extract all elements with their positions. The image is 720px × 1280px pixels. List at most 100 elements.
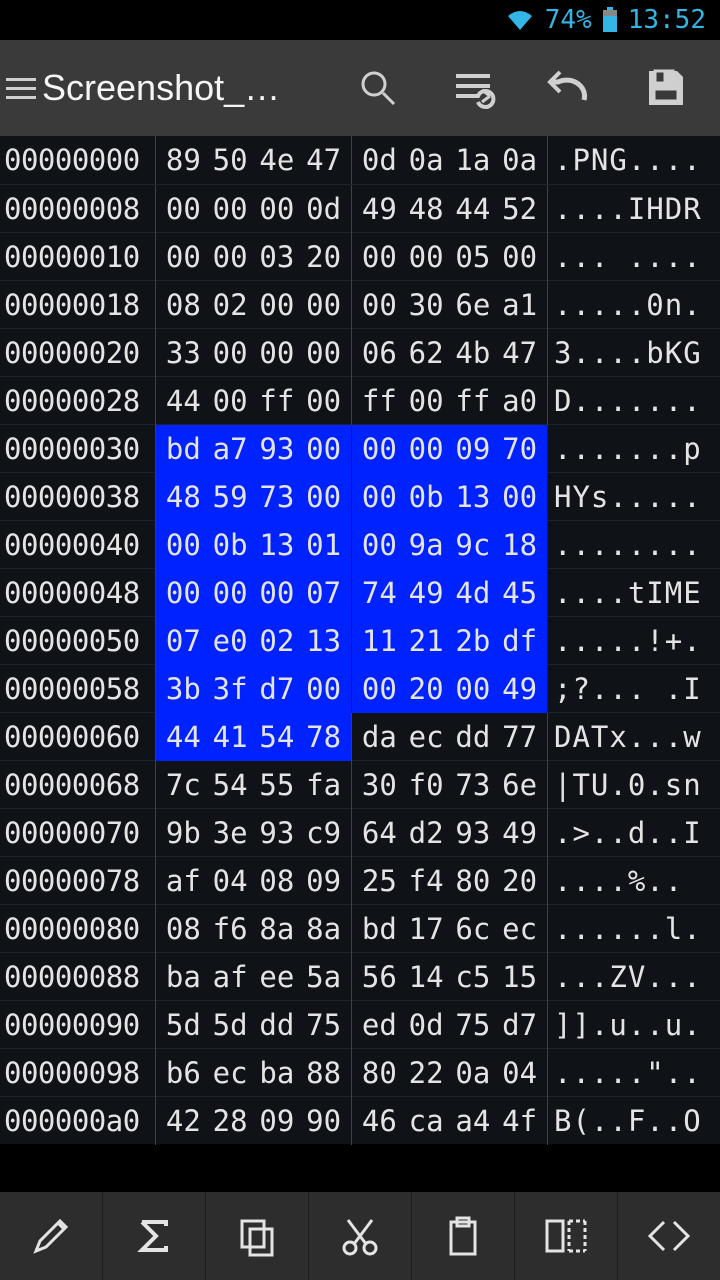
hex-byte[interactable]: 06 <box>359 329 399 377</box>
ascii-cell[interactable]: DATx...w <box>548 713 718 761</box>
hex-byte[interactable]: 77 <box>500 713 540 761</box>
hex-byte[interactable]: 0b <box>210 521 250 569</box>
hex-byte[interactable]: 70 <box>500 425 540 473</box>
ascii-cell[interactable]: .PNG.... <box>548 136 718 184</box>
hex-byte[interactable]: 00 <box>304 281 344 329</box>
hex-byte[interactable]: 28 <box>210 1097 250 1145</box>
hex-group[interactable]: 08f68a8a <box>156 905 352 953</box>
hex-group[interactable]: 0d0a1a0a <box>352 136 548 184</box>
hex-byte[interactable]: 17 <box>406 905 446 953</box>
hex-byte[interactable]: a7 <box>210 425 250 473</box>
hex-byte[interactable]: 08 <box>257 857 297 905</box>
hex-byte[interactable]: da <box>359 713 399 761</box>
hex-byte[interactable]: 00 <box>257 281 297 329</box>
hex-view[interactable]: 0000000089504e470d0a1a0a.PNG....00000008… <box>0 136 720 1144</box>
hex-byte[interactable]: 73 <box>257 473 297 521</box>
hex-group[interactable]: ed0d75d7 <box>352 1001 548 1049</box>
hex-byte[interactable]: 80 <box>359 1049 399 1097</box>
redo-button[interactable] <box>426 40 522 136</box>
hex-byte[interactable]: ba <box>163 953 203 1001</box>
hex-group[interactable]: 009a9c18 <box>352 521 548 569</box>
hex-byte[interactable]: 52 <box>500 185 540 233</box>
hex-byte[interactable]: a1 <box>500 281 540 329</box>
hex-group[interactable]: 25f48020 <box>352 857 548 905</box>
hex-byte[interactable]: f0 <box>406 761 446 809</box>
hex-row[interactable]: 0000000089504e470d0a1a0a.PNG.... <box>0 136 720 184</box>
hex-byte[interactable]: 20 <box>406 665 446 713</box>
ascii-cell[interactable]: ... .... <box>548 233 718 281</box>
hex-byte[interactable]: ee <box>257 953 297 1001</box>
ascii-cell[interactable]: ....%.. <box>548 857 718 905</box>
ascii-cell[interactable]: ;?... .I <box>548 665 718 713</box>
hex-group[interactable]: 46caa44f <box>352 1097 548 1145</box>
hex-byte[interactable]: 48 <box>163 473 203 521</box>
hex-byte[interactable]: df <box>500 617 540 665</box>
hex-group[interactable]: bda79300 <box>156 425 352 473</box>
hex-byte[interactable]: 46 <box>359 1097 399 1145</box>
hex-byte[interactable]: 4b <box>453 329 493 377</box>
hex-group[interactable]: 4400ff00 <box>156 377 352 425</box>
hex-byte[interactable]: ed <box>359 1001 399 1049</box>
hex-byte[interactable]: 59 <box>210 473 250 521</box>
hex-byte[interactable]: af <box>163 857 203 905</box>
hex-group[interactable]: baafee5a <box>156 953 352 1001</box>
hex-byte[interactable]: 4d <box>453 569 493 617</box>
ascii-cell[interactable]: .>..d..I <box>548 809 718 857</box>
hex-byte[interactable]: 49 <box>406 569 446 617</box>
hex-group[interactable]: 64d29349 <box>352 809 548 857</box>
hex-byte[interactable]: 09 <box>453 425 493 473</box>
hex-byte[interactable]: 74 <box>359 569 399 617</box>
ascii-cell[interactable]: ....tIME <box>548 569 718 617</box>
undo-button[interactable] <box>522 40 618 136</box>
hex-group[interactable]: bd176cec <box>352 905 548 953</box>
compare-button[interactable] <box>515 1192 618 1280</box>
hex-group[interactable]: 07e00213 <box>156 617 352 665</box>
hex-byte[interactable]: 73 <box>453 761 493 809</box>
hex-byte[interactable]: 75 <box>304 1001 344 1049</box>
hex-group[interactable]: 3b3fd700 <box>156 665 352 713</box>
hex-byte[interactable]: 00 <box>257 569 297 617</box>
ascii-cell[interactable]: D....... <box>548 377 718 425</box>
hex-byte[interactable]: 30 <box>406 281 446 329</box>
hex-group[interactable]: 00200049 <box>352 665 548 713</box>
hex-row[interactable]: 00000078af04080925f48020....%.. <box>0 856 720 904</box>
hex-byte[interactable]: 20 <box>304 233 344 281</box>
ascii-cell[interactable]: ........ <box>548 521 718 569</box>
hex-group[interactable]: 00000007 <box>156 569 352 617</box>
hex-byte[interactable]: 00 <box>359 233 399 281</box>
hex-byte[interactable]: 20 <box>500 857 540 905</box>
hex-byte[interactable]: ec <box>406 713 446 761</box>
hex-byte[interactable]: f6 <box>210 905 250 953</box>
ascii-cell[interactable]: 3....bKG <box>548 329 718 377</box>
hex-byte[interactable]: 22 <box>406 1049 446 1097</box>
hex-byte[interactable]: f4 <box>406 857 446 905</box>
hex-byte[interactable]: 50 <box>210 136 250 184</box>
hex-byte[interactable]: bd <box>359 905 399 953</box>
hex-byte[interactable]: af <box>210 953 250 1001</box>
hex-byte[interactable]: 44 <box>453 185 493 233</box>
hex-byte[interactable]: 3b <box>163 665 203 713</box>
hex-byte[interactable]: 6e <box>500 761 540 809</box>
hex-byte[interactable]: 00 <box>163 185 203 233</box>
ascii-cell[interactable]: .......p <box>548 425 718 473</box>
hex-byte[interactable]: 89 <box>163 136 203 184</box>
hex-byte[interactable]: 0d <box>304 185 344 233</box>
hex-byte[interactable]: 5d <box>163 1001 203 1049</box>
hex-byte[interactable]: 00 <box>210 185 250 233</box>
ascii-cell[interactable]: ...ZV... <box>548 953 718 1001</box>
hex-byte[interactable]: c9 <box>304 809 344 857</box>
copy-button[interactable] <box>206 1192 309 1280</box>
hex-byte[interactable]: e0 <box>210 617 250 665</box>
hex-group[interactable]: 00306ea1 <box>352 281 548 329</box>
hex-byte[interactable]: 00 <box>304 329 344 377</box>
hex-byte[interactable]: 0a <box>453 1049 493 1097</box>
hex-byte[interactable]: 80 <box>453 857 493 905</box>
hex-row[interactable]: 00000098b6ecba8880220a04.....".. <box>0 1048 720 1096</box>
ascii-cell[interactable]: |TU.0.sn <box>548 761 718 809</box>
hex-group[interactable]: 80220a04 <box>352 1049 548 1097</box>
hex-byte[interactable]: 04 <box>500 1049 540 1097</box>
hex-byte[interactable]: a4 <box>453 1097 493 1145</box>
hex-byte[interactable]: 47 <box>500 329 540 377</box>
hex-byte[interactable]: 4e <box>257 136 297 184</box>
hex-byte[interactable]: d7 <box>500 1001 540 1049</box>
